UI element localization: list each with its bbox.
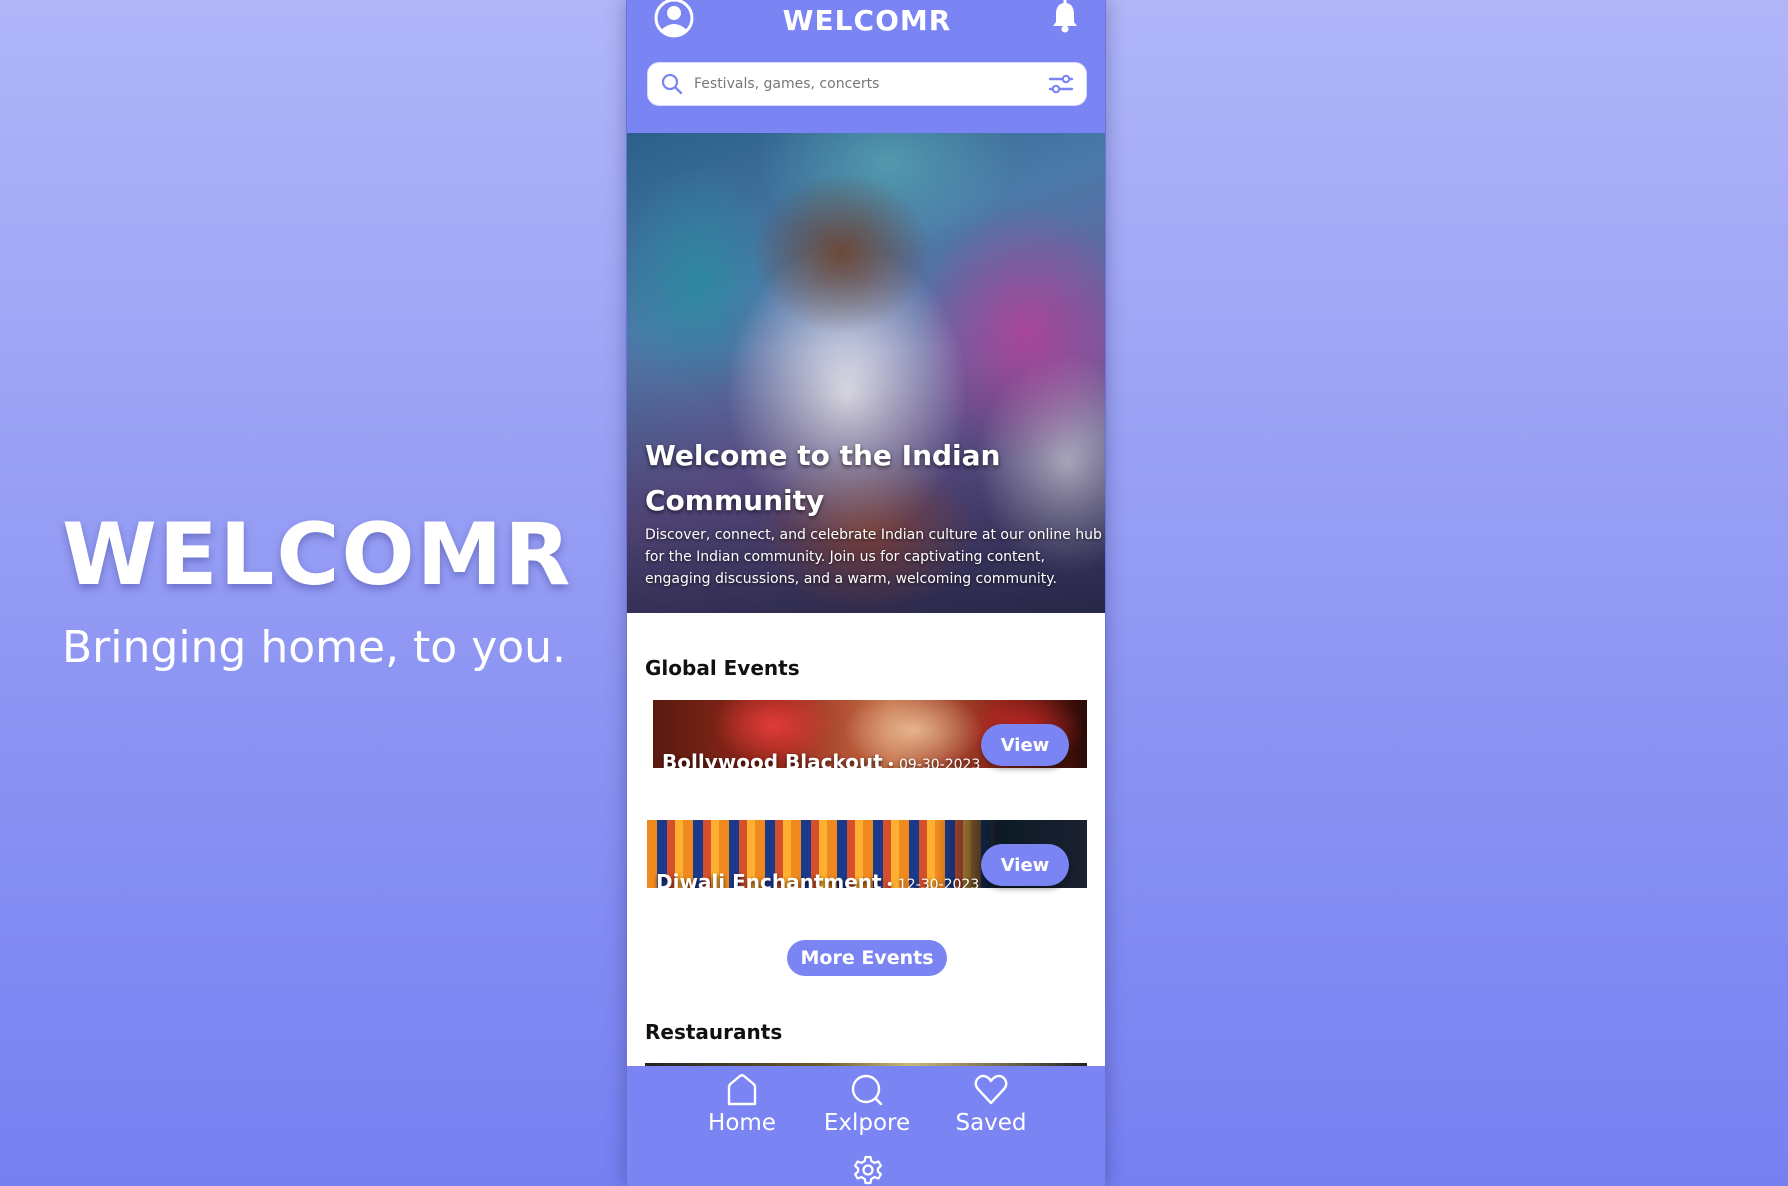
nav-label: Saved: [955, 1110, 1027, 1136]
bottom-nav: Home Exlpore Saved: [627, 1066, 1105, 1186]
app-title: WELCOMR: [782, 4, 952, 37]
event-date: 09-30-2023: [899, 757, 981, 768]
more-events-button[interactable]: More Events: [787, 940, 947, 976]
event-label: Diwali Enchantment • 12-30-2023: [656, 870, 979, 888]
hero-title: Welcome to the Indian Community: [645, 439, 1001, 517]
nav-label: Exlpore: [823, 1110, 911, 1136]
view-button-diwali[interactable]: View: [981, 844, 1069, 886]
hero-banner: Welcome to the Indian Community Discover…: [627, 133, 1105, 613]
search-icon: [851, 1074, 883, 1106]
hero-description: Discover, connect, and celebrate Indian …: [645, 527, 1102, 587]
home-icon: [727, 1074, 757, 1106]
nav-label: Home: [708, 1110, 776, 1136]
brand-tagline: Bringing home, to you.: [62, 622, 567, 673]
phone-frame: WELCOMR Welcome to the Indian Community …: [626, 0, 1106, 1186]
search-input[interactable]: [694, 76, 1048, 92]
gear-icon[interactable]: [852, 1154, 884, 1186]
nav-item-home[interactable]: Home: [692, 1072, 792, 1136]
search-icon[interactable]: [660, 72, 684, 96]
sliders-icon[interactable]: [1048, 72, 1074, 96]
global-events-title: Global Events: [645, 656, 800, 680]
search-bar: [647, 62, 1087, 106]
app-header: WELCOMR: [627, 0, 1105, 133]
event-date: 12-30-2023: [897, 877, 980, 888]
restaurants-title: Restaurants: [645, 1020, 783, 1044]
brand-title: WELCOMR: [62, 505, 573, 605]
view-button-bollywood[interactable]: View: [981, 724, 1069, 766]
event-separator: •: [885, 877, 894, 888]
event-separator: •: [886, 757, 895, 768]
nav-item-saved[interactable]: Saved: [941, 1072, 1041, 1136]
event-name: Diwali Enchantment: [656, 870, 882, 888]
event-label: Bollywood Blackout • 09-30-2023: [662, 750, 980, 768]
heart-icon: [974, 1074, 1008, 1105]
event-name: Bollywood Blackout: [662, 750, 883, 768]
nav-item-explore[interactable]: Exlpore: [817, 1072, 917, 1136]
bell-icon[interactable]: [1049, 0, 1081, 34]
